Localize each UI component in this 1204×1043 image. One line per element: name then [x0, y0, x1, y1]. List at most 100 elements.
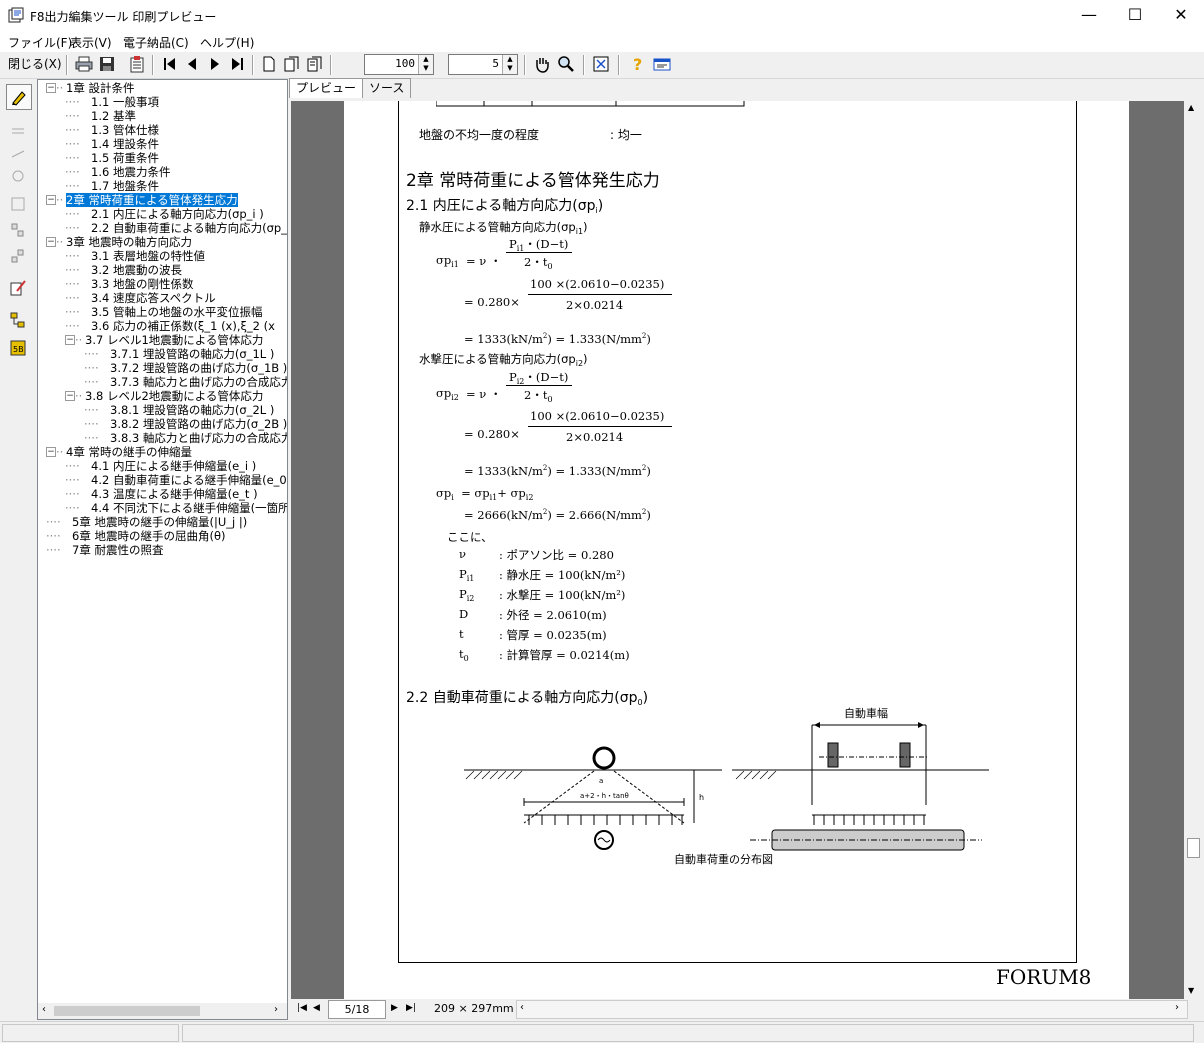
next-page-icon[interactable] — [204, 54, 226, 74]
tree-expand-icon[interactable]: − — [65, 335, 75, 345]
tree-item[interactable]: 2章 常時荷重による管体発生応力 — [66, 193, 238, 207]
tree-item[interactable]: 3.7.1 埋設管路の軸応力(σ_1L ) — [110, 347, 274, 361]
multi-page-icon[interactable] — [304, 54, 326, 74]
print-icon[interactable] — [73, 54, 95, 74]
tree-item[interactable]: 1.3 管体仕様 — [91, 123, 159, 137]
tree-item[interactable]: 3.7.3 軸応力と曲げ応力の合成応力 — [110, 375, 287, 389]
nav-first-icon[interactable]: |◀ — [297, 1003, 307, 1013]
edit-shape-icon[interactable] — [6, 164, 30, 188]
outdent-icon[interactable] — [6, 244, 30, 268]
tree-expand-icon[interactable]: − — [46, 237, 56, 247]
fraction-bar — [528, 426, 672, 427]
single-page-icon[interactable] — [258, 54, 280, 74]
style-icon[interactable] — [6, 276, 30, 300]
preview-horizontal-scrollbar[interactable]: ‹ › — [516, 1000, 1188, 1019]
layout-icon[interactable] — [6, 192, 30, 216]
page-indicator[interactable]: 5/18 — [328, 1000, 386, 1019]
tree-structure-icon[interactable] — [6, 308, 30, 332]
tree-item[interactable]: 1.7 地盤条件 — [91, 179, 159, 193]
help-icon[interactable]: ? — [627, 54, 649, 74]
tree-item[interactable]: 3.8.1 埋設管路の軸応力(σ_2L ) — [110, 403, 274, 417]
nav-prev-icon[interactable]: ◀ — [313, 1003, 320, 1013]
export-icon[interactable] — [126, 54, 148, 74]
spinner-arrows-icon[interactable]: ▲ ▼ — [502, 55, 517, 74]
spinner-arrows-icon[interactable]: ▲ ▼ — [418, 55, 433, 74]
save-icon[interactable] — [96, 54, 118, 74]
scroll-left-icon[interactable]: ‹ — [520, 1002, 524, 1013]
tree-expand-icon[interactable]: − — [46, 195, 56, 205]
scroll-down-icon[interactable]: ▼ — [1188, 986, 1194, 995]
scroll-right-icon[interactable]: › — [1175, 1002, 1179, 1013]
tree-expand-icon[interactable]: − — [46, 83, 56, 93]
tree-item[interactable]: 3.2 地震動の波長 — [91, 263, 182, 277]
tree-item[interactable]: 1章 設計条件 — [66, 81, 134, 95]
indent-icon[interactable] — [6, 218, 30, 242]
tree-item[interactable]: 4.1 内圧による継手伸縮量(e_i ) — [91, 459, 256, 473]
tree-item[interactable]: 2.1 内圧による軸方向応力(σp_i ) — [91, 207, 264, 221]
tree-item[interactable]: 4.3 温度による継手伸縮量(e_t ) — [91, 487, 258, 501]
scroll-thumb[interactable] — [1187, 838, 1200, 858]
scroll-left-icon[interactable]: ‹ — [42, 1004, 46, 1015]
definition-symbol: P — [459, 587, 467, 601]
scroll-right-icon[interactable]: › — [274, 1004, 278, 1015]
prev-page-icon[interactable] — [181, 54, 203, 74]
tree-item[interactable]: 3.7 レベル1地震動による管体応力 — [85, 333, 263, 347]
preview-vertical-scrollbar[interactable]: ▲ ▼ — [1184, 101, 1201, 999]
tree-connector: ···· — [84, 347, 99, 361]
tree-item[interactable]: 3.8.2 埋設管路の曲げ応力(σ_2B ) — [110, 417, 287, 431]
maximize-button[interactable]: ☐ — [1112, 0, 1158, 32]
nav-next-icon[interactable]: ▶ — [391, 1003, 398, 1013]
tree-item[interactable]: 4.4 不同沈下による継手伸縮量(一箇所 — [91, 501, 287, 515]
close-window-button[interactable]: ✕ — [1158, 0, 1204, 32]
two-page-icon[interactable] — [281, 54, 303, 74]
tree-item[interactable]: 3.3 地盤の剛性係数 — [91, 277, 193, 291]
tree-horizontal-scrollbar[interactable]: ‹ › — [37, 1003, 288, 1020]
menu-file[interactable]: ファイル(F) — [8, 34, 72, 51]
version-info-icon[interactable] — [651, 54, 673, 74]
scroll-thumb[interactable] — [54, 1006, 200, 1016]
tab-source[interactable]: ソース — [362, 78, 412, 98]
nav-last-icon[interactable]: ▶| — [406, 1003, 416, 1013]
tab-preview[interactable]: プレビュー — [289, 78, 364, 98]
tree-item[interactable]: 3.7.2 埋設管路の曲げ応力(σ_1B ) — [110, 361, 287, 375]
tree-item[interactable]: 4章 常時の継手の伸縮量 — [66, 445, 192, 459]
tree-item[interactable]: 5章 地震時の継手の伸縮量(|U_j |) — [72, 515, 247, 529]
app-icon — [8, 7, 24, 23]
minimize-button[interactable]: — — [1066, 0, 1112, 32]
tree-item[interactable]: 3.5 管軸上の地盤の水平変位振幅 — [91, 305, 262, 319]
tree-item[interactable]: 1.1 一般事項 — [91, 95, 159, 109]
tree-item[interactable]: 7章 耐震性の照査 — [72, 543, 163, 557]
menu-view[interactable]: 表示(V) — [70, 34, 112, 51]
hand-tool-icon[interactable] — [531, 54, 553, 74]
scroll-up-icon[interactable]: ▲ — [1188, 103, 1194, 112]
edit-pen-icon[interactable] — [6, 84, 32, 110]
tree-item[interactable]: 1.4 埋設条件 — [91, 137, 159, 151]
tree-item[interactable]: 1.2 基準 — [91, 109, 136, 123]
tree-item[interactable]: 1.6 地震力条件 — [91, 165, 170, 179]
toolbar-separator — [330, 55, 332, 75]
tree-item[interactable]: 3.8.3 軸応力と曲げ応力の合成応力 — [110, 431, 287, 445]
tree-expand-icon[interactable]: − — [65, 391, 75, 401]
close-preview-button[interactable]: 閉じる(X) — [8, 54, 62, 74]
pages-spinner[interactable]: 5 ▲ ▼ — [448, 54, 518, 75]
numbering-icon[interactable]: 5B — [6, 336, 30, 360]
tree-expand-icon[interactable]: − — [46, 447, 56, 457]
tree-item[interactable]: 2.2 自動車荷重による軸方向応力(σp_ — [91, 221, 287, 235]
menu-help[interactable]: ヘルプ(H) — [200, 34, 254, 51]
tree-item[interactable]: 3.6 応力の補正係数(ξ_1 (x),ξ_2 (x — [91, 319, 275, 333]
tree-item[interactable]: 4.2 自動車荷重による継手伸縮量(e_0 — [91, 473, 287, 487]
first-page-icon[interactable] — [158, 54, 180, 74]
tree-item[interactable]: 3.8 レベル2地震動による管体応力 — [85, 389, 263, 403]
tree-item[interactable]: 1.5 荷重条件 — [91, 151, 159, 165]
tree-item[interactable]: 3.4 速度応答スペクトル — [91, 291, 216, 305]
tree-item[interactable]: 3.1 表層地盤の特性値 — [91, 249, 205, 263]
edit-text-icon[interactable] — [6, 116, 30, 140]
fit-page-icon[interactable] — [590, 54, 612, 74]
tree-item[interactable]: 6章 地震時の継手の屈曲角(θ) — [72, 529, 225, 543]
zoom-tool-icon[interactable] — [555, 54, 577, 74]
menu-delivery[interactable]: 電子納品(C) — [123, 34, 189, 51]
last-page-icon[interactable] — [227, 54, 249, 74]
edit-line-icon[interactable] — [6, 140, 30, 164]
tree-item[interactable]: 3章 地震時の軸方向応力 — [66, 235, 192, 249]
zoom-spinner[interactable]: 100 ▲ ▼ — [364, 54, 434, 75]
